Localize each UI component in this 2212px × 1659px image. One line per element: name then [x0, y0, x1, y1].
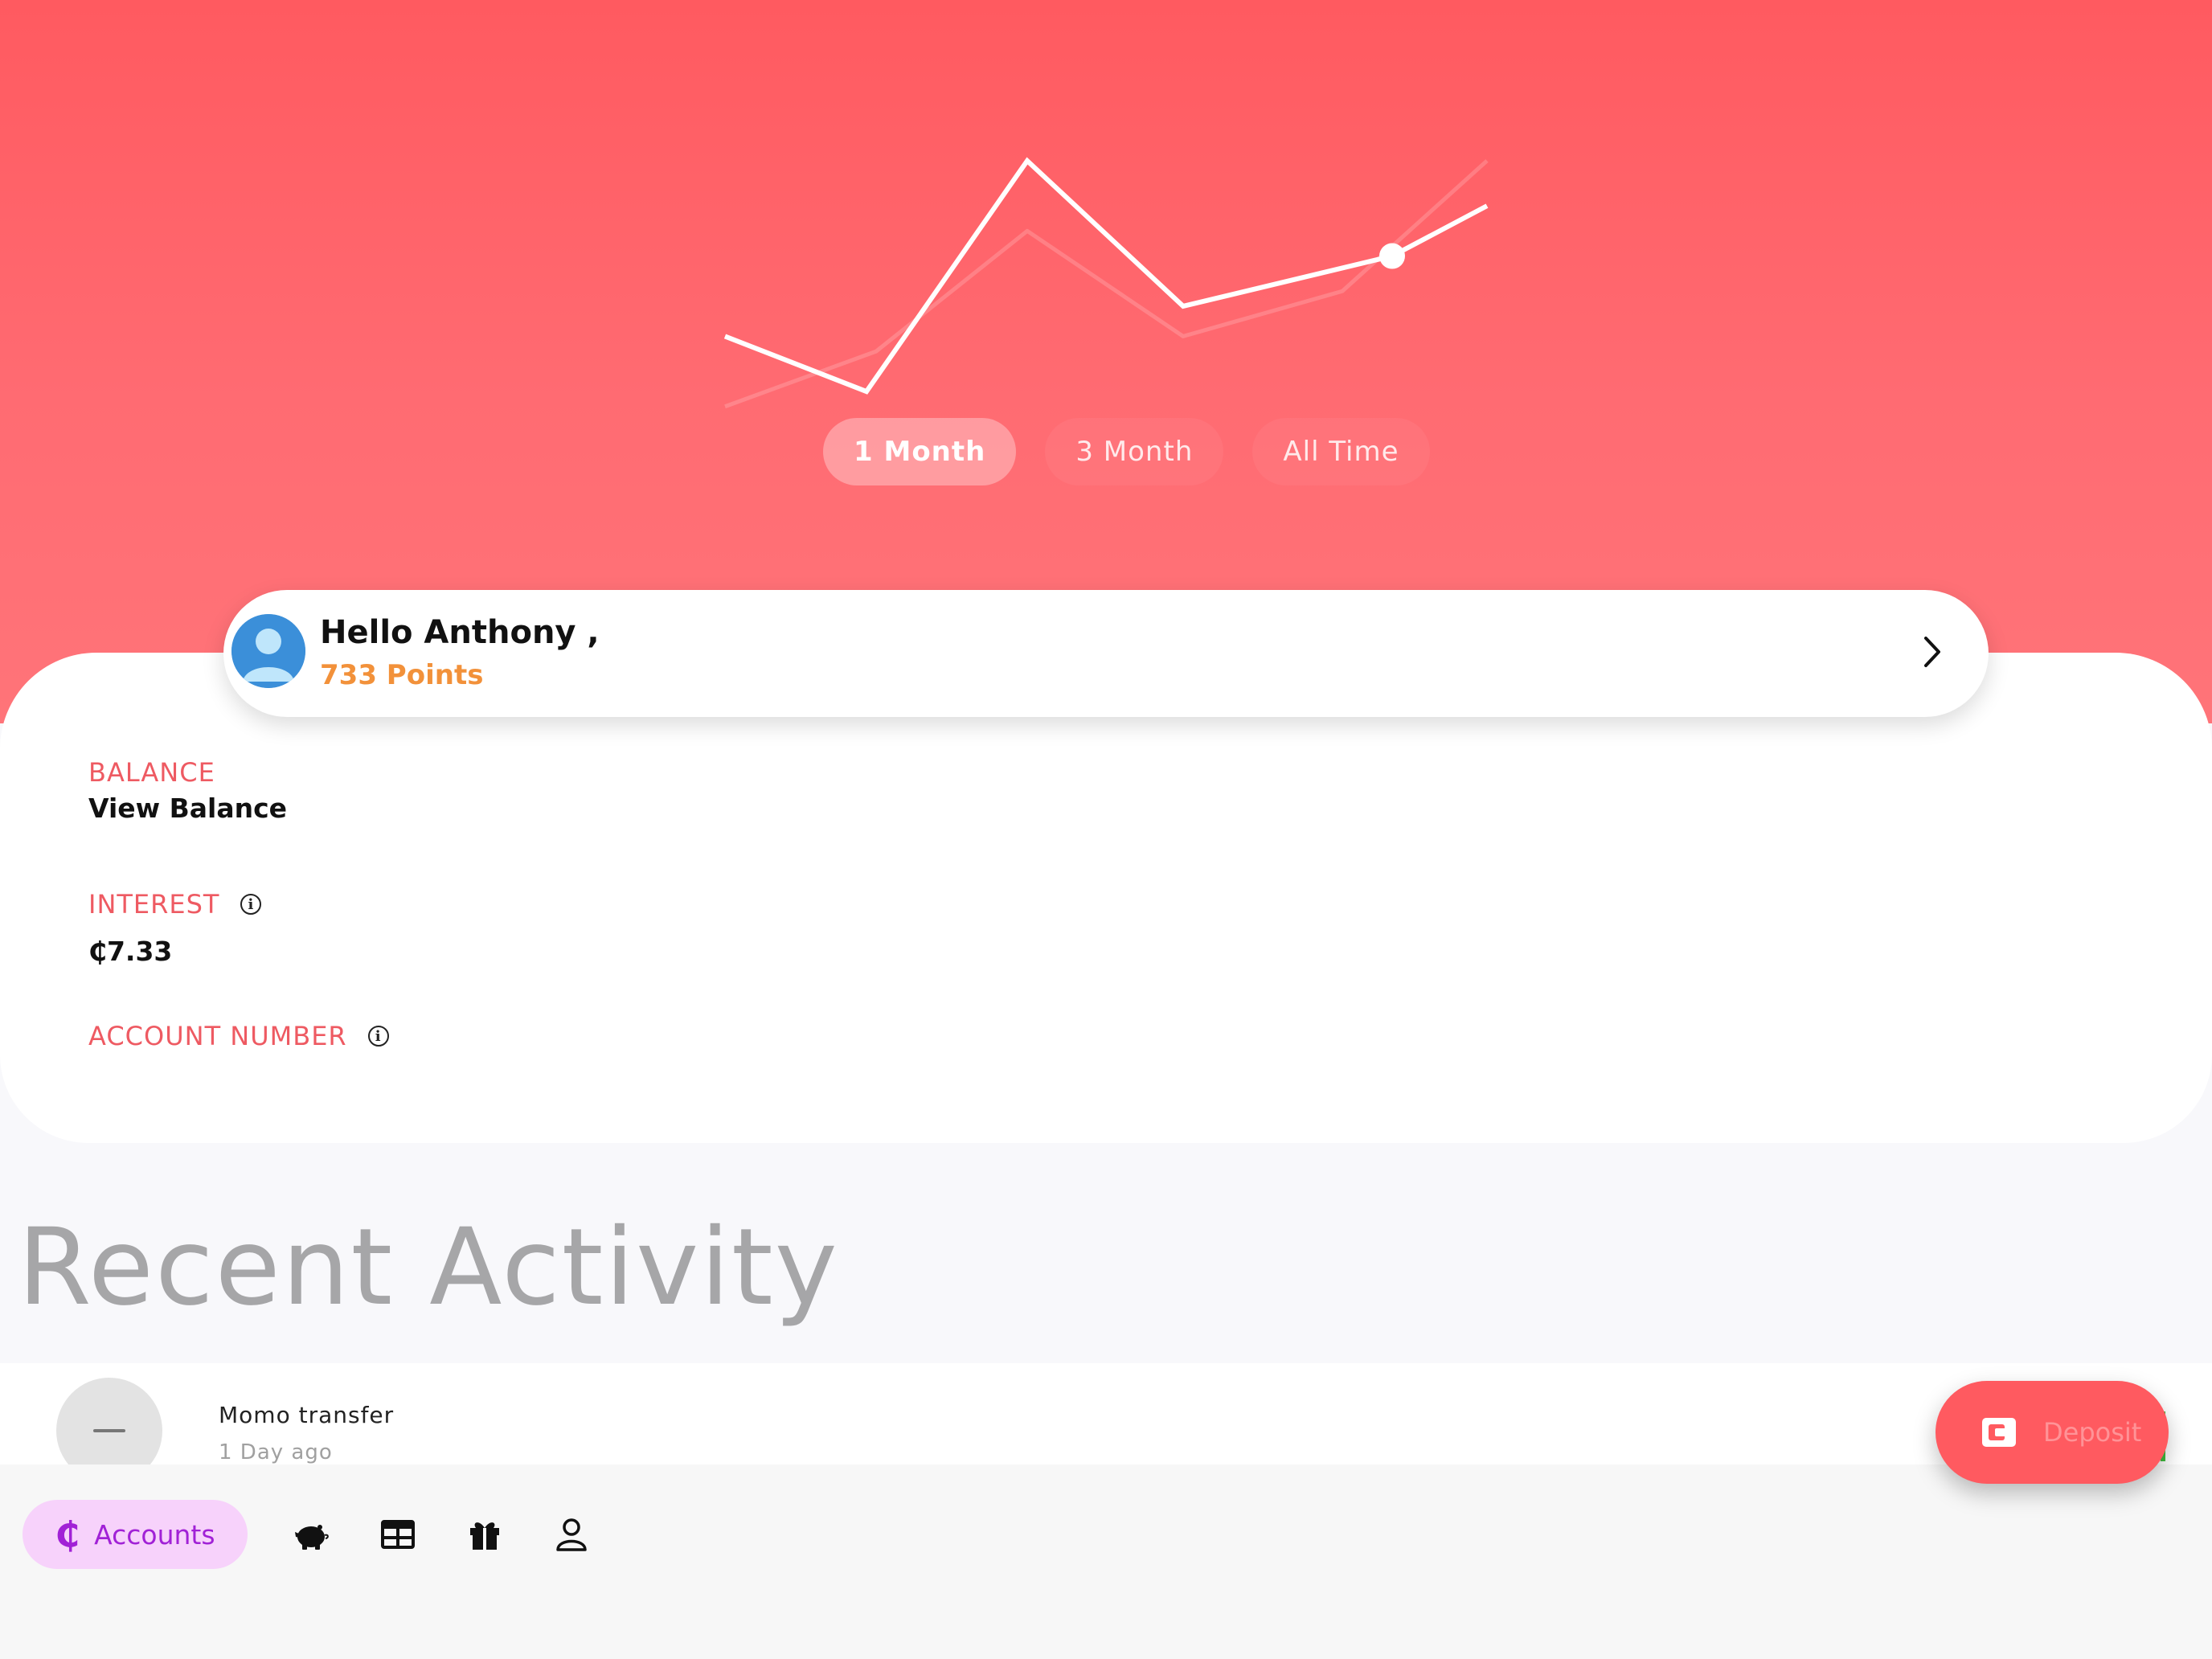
tab-all-time[interactable]: All Time [1252, 418, 1430, 485]
avatar [231, 614, 305, 688]
chart-main-line [723, 157, 1489, 395]
activity-title: Momo transfer [219, 1402, 395, 1428]
recent-activity-title: Recent Activity [18, 1206, 839, 1329]
account-summary-card: BALANCE View Balance INTEREST i ₵7.33 AC… [0, 653, 2212, 1143]
nav-accounts-label: Accounts [94, 1518, 215, 1550]
user-icon[interactable] [553, 1516, 590, 1553]
interest-value: ₵7.33 [88, 936, 173, 967]
piggy-bank-icon[interactable] [293, 1516, 330, 1553]
interest-label: INTEREST i [88, 889, 262, 920]
table-icon[interactable] [379, 1516, 416, 1553]
account-number-label: ACCOUNT NUMBER i [88, 1021, 389, 1051]
deposit-button[interactable]: Deposit [1936, 1381, 2169, 1484]
balance-label-text: BALANCE [88, 757, 215, 788]
chart-shadow-line [724, 159, 1489, 409]
cedi-icon: ₵ [55, 1514, 80, 1555]
account-number-info-icon[interactable]: i [367, 1026, 389, 1047]
greeting-card[interactable]: Hello Anthony , 733 Points [223, 590, 1989, 717]
list-item[interactable]: Momo transfer 1 Day ago [0, 1363, 2212, 1484]
account-number-label-text: ACCOUNT NUMBER [88, 1021, 347, 1051]
deposit-label: Deposit [2043, 1417, 2142, 1448]
user-avatar-icon [231, 614, 305, 688]
balance-label: BALANCE [88, 757, 215, 788]
chevron-right-icon[interactable] [1916, 632, 1948, 672]
interest-label-text: INTEREST [88, 889, 220, 920]
interest-info-icon[interactable]: i [240, 894, 262, 915]
range-tabs: 1 Month 3 Month All Time [823, 418, 1430, 485]
wallet-icon [1982, 1418, 2016, 1447]
nav-accounts-button[interactable]: ₵ Accounts [23, 1500, 248, 1569]
greeting-name: Hello Anthony , [320, 614, 600, 651]
tab-1-month[interactable]: 1 Month [823, 418, 1017, 485]
chart-highlight-point[interactable] [1379, 243, 1405, 269]
bottom-navigation: ₵ Accounts [0, 1464, 2212, 1659]
gift-icon[interactable] [466, 1516, 503, 1553]
points-balance: 733 Points [320, 659, 484, 691]
tab-3-month[interactable]: 3 Month [1045, 418, 1224, 485]
activity-time: 1 Day ago [219, 1440, 333, 1464]
view-balance-link[interactable]: View Balance [88, 793, 287, 824]
